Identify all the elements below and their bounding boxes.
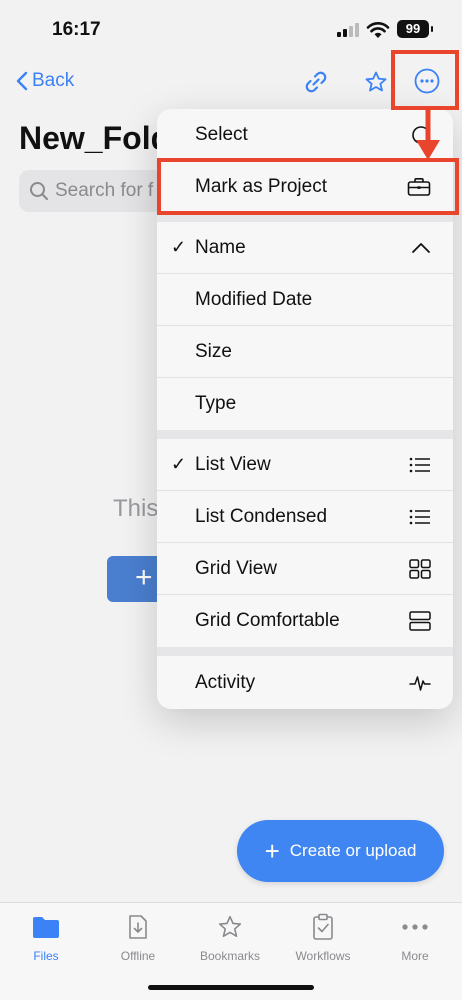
clipboard-check-icon (313, 913, 333, 940)
menu-item-label: Select (195, 123, 248, 145)
menu-item-label: List View (195, 453, 271, 475)
cellular-signal-icon (337, 23, 359, 37)
tab-label: Files (33, 949, 59, 963)
create-or-upload-button[interactable]: + Create or upload (237, 820, 444, 882)
tab-label: Workflows (295, 949, 351, 963)
menu-item-label: Grid View (195, 557, 278, 579)
tab-files[interactable]: Files (6, 911, 86, 963)
annotation-arrow-icon (416, 110, 440, 160)
menu-item-modified-date[interactable]: Modified Date (157, 274, 453, 326)
chevron-left-icon (16, 71, 28, 91)
more-dots-icon (402, 924, 428, 930)
wifi-icon (366, 22, 390, 38)
search-icon (30, 182, 48, 200)
menu-item-type[interactable]: Type (157, 378, 453, 430)
highlight-mark-as-project (157, 158, 459, 215)
battery-icon: 99 (397, 20, 433, 38)
star-icon (218, 915, 242, 938)
menu-separator (157, 430, 453, 439)
menu-item-label: Modified Date (195, 288, 313, 310)
menu-item-label: List Condensed (195, 505, 328, 527)
folder-icon (33, 917, 59, 938)
menu-item-label: Grid Comfortable (195, 610, 340, 631)
empty-state-text: This (113, 495, 159, 522)
home-indicator (148, 985, 314, 990)
tab-more[interactable]: More (375, 911, 455, 963)
list-condensed-icon (409, 509, 431, 525)
menu-item-size[interactable]: Size (157, 326, 453, 378)
plus-icon: + (264, 836, 280, 866)
menu-separator (157, 647, 453, 656)
offline-icon (129, 915, 147, 939)
list-icon (409, 457, 431, 473)
tab-label: Bookmarks (199, 949, 261, 963)
back-label: Back (32, 70, 75, 91)
menu-item-list-condensed[interactable]: List Condensed (157, 491, 453, 543)
menu-item-label: Name (195, 236, 246, 258)
highlight-more-button (391, 50, 459, 110)
status-time: 16:17 (52, 19, 101, 40)
status-bar: 16:17 99 (0, 0, 462, 56)
chevron-up-icon (411, 242, 431, 254)
menu-item-grid-comfortable[interactable]: Grid Comfortable (157, 595, 453, 647)
menu-item-label: Type (195, 393, 237, 414)
menu-item-list-view[interactable]: ✓ List View (157, 439, 453, 491)
grid-comfortable-icon (409, 611, 431, 631)
activity-icon (409, 673, 431, 693)
link-icon[interactable] (302, 68, 330, 96)
search-placeholder: Search for f (55, 180, 154, 201)
menu-item-activity[interactable]: Activity (157, 657, 453, 709)
tab-label: More (401, 949, 429, 963)
tab-workflows[interactable]: Workflows (283, 911, 363, 963)
star-icon[interactable] (364, 70, 388, 94)
menu-item-select[interactable]: Select (157, 109, 453, 161)
menu-item-label: Activity (195, 672, 256, 693)
grid-icon (409, 558, 431, 579)
fab-label: Create or upload (289, 841, 417, 860)
tab-label: Offline (120, 949, 156, 963)
back-button[interactable]: Back (16, 70, 74, 92)
checkmark-icon: ✓ (171, 237, 187, 257)
menu-item-grid-view[interactable]: Grid View (157, 543, 453, 595)
tab-offline[interactable]: Offline (98, 911, 178, 963)
tab-bookmarks[interactable]: Bookmarks (190, 911, 270, 963)
menu-item-name[interactable]: ✓ Name (157, 222, 453, 274)
checkmark-icon: ✓ (171, 454, 187, 474)
menu-item-label: Size (195, 340, 232, 362)
